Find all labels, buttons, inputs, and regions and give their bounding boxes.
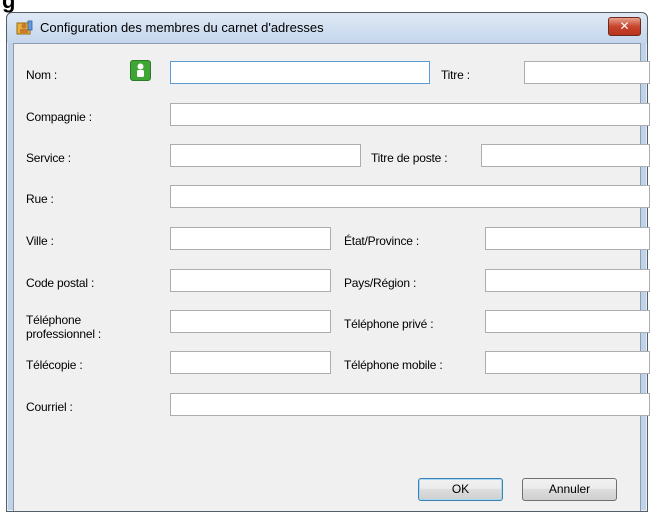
person-icon[interactable] bbox=[130, 60, 151, 81]
rue-field[interactable] bbox=[170, 185, 650, 208]
service-field[interactable] bbox=[170, 144, 361, 167]
telephone-mobile-label: Téléphone mobile : bbox=[344, 358, 443, 372]
address-book-member-dialog: Configuration des membres du carnet d'ad… bbox=[6, 12, 650, 512]
ville-field[interactable] bbox=[170, 227, 331, 250]
close-button[interactable]: ✕ bbox=[608, 17, 641, 36]
titre-poste-field[interactable] bbox=[481, 144, 650, 167]
courriel-field[interactable] bbox=[170, 393, 650, 416]
pays-region-label: Pays/Région : bbox=[344, 276, 417, 290]
nom-field[interactable] bbox=[170, 61, 430, 84]
telephone-professionnel-label: Téléphone professionnel : bbox=[26, 313, 102, 341]
pays-region-field[interactable] bbox=[485, 269, 650, 292]
nom-label: Nom : bbox=[26, 68, 58, 82]
compagnie-label: Compagnie : bbox=[26, 110, 92, 124]
courriel-label: Courriel : bbox=[26, 400, 73, 414]
telephone-professionnel-field[interactable] bbox=[170, 310, 331, 333]
titre-label: Titre : bbox=[441, 68, 470, 82]
form-panel: Nom : Titre : Compagnie : Service : Titr… bbox=[13, 43, 650, 511]
telephone-prive-label: Téléphone privé : bbox=[344, 317, 434, 331]
address-book-icon bbox=[16, 20, 33, 35]
code-postal-field[interactable] bbox=[170, 269, 331, 292]
close-icon: ✕ bbox=[619, 19, 630, 33]
etat-province-field[interactable] bbox=[485, 227, 650, 250]
titre-poste-label: Titre de poste : bbox=[371, 151, 448, 165]
telephone-prive-field[interactable] bbox=[485, 310, 650, 333]
etat-province-label: État/Province : bbox=[344, 234, 420, 248]
title-bar[interactable]: Configuration des membres du carnet d'ad… bbox=[7, 13, 647, 43]
telecopie-field[interactable] bbox=[170, 351, 331, 374]
telephone-mobile-field[interactable] bbox=[485, 351, 650, 374]
titre-field[interactable] bbox=[524, 61, 650, 84]
compagnie-field[interactable] bbox=[170, 103, 650, 126]
cancel-button[interactable]: Annuler bbox=[522, 478, 617, 501]
service-label: Service : bbox=[26, 151, 71, 165]
telecopie-label: Télécopie : bbox=[26, 358, 83, 372]
code-postal-label: Code postal : bbox=[26, 276, 95, 290]
ok-button[interactable]: OK bbox=[418, 478, 503, 501]
rue-label: Rue : bbox=[26, 192, 54, 206]
ville-label: Ville : bbox=[26, 234, 54, 248]
dialog-title: Configuration des membres du carnet d'ad… bbox=[40, 20, 324, 35]
